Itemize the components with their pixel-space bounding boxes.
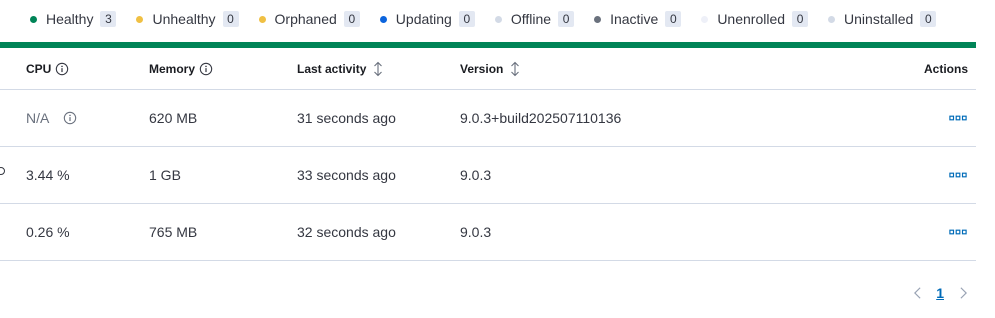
last-activity-cell: 31 seconds ago (297, 110, 396, 126)
last-activity-cell: 32 seconds ago (297, 224, 396, 240)
sort-icon[interactable] (372, 61, 384, 77)
status-dot-icon (828, 15, 836, 23)
column-header-label: Memory (149, 62, 196, 76)
status-count-badge: 0 (458, 11, 475, 27)
status-count-badge: 3 (100, 11, 117, 27)
more-actions-icon[interactable] (948, 167, 968, 183)
status-unenrolled: Unenrolled 0 (701, 11, 809, 27)
more-actions-icon[interactable] (948, 110, 968, 126)
info-icon[interactable] (63, 111, 77, 125)
table-row: 3.44 % 1 GB 33 seconds ago 9.0.3 (0, 147, 976, 204)
column-header-label: Actions (923, 62, 968, 76)
status-label: Inactive (610, 11, 659, 27)
status-dot-icon (494, 15, 502, 23)
status-count-badge: 0 (920, 11, 937, 27)
column-header-cpu: CPU (26, 48, 69, 90)
status-count-badge: 0 (222, 11, 239, 27)
status-unhealthy: Unhealthy 0 (136, 11, 239, 27)
column-header-memory: Memory (149, 48, 213, 90)
memory-cell: 620 MB (149, 110, 198, 126)
row-actions-cell (948, 204, 968, 260)
status-label: Offline (510, 11, 552, 27)
more-actions-icon[interactable] (948, 224, 968, 240)
column-header-version[interactable]: Version (460, 48, 521, 90)
status-inactive: Inactive 0 (594, 11, 682, 27)
version-cell: 9.0.3 (460, 167, 492, 183)
last-activity-cell: 33 seconds ago (297, 167, 396, 183)
status-count-badge: 0 (343, 11, 360, 27)
cpu-cell: 0.26 % (26, 224, 70, 240)
status-label: Orphaned (274, 11, 337, 27)
memory-cell: 765 MB (149, 224, 198, 240)
status-label: Updating (395, 11, 452, 27)
status-uninstalled: Uninstalled 0 (828, 11, 937, 27)
table-header: CPU Memory Last activity Version Actions (0, 48, 976, 90)
column-header-label: CPU (26, 62, 52, 76)
status-dot-icon (136, 15, 144, 23)
chevron-right-icon[interactable] (955, 282, 971, 304)
status-updating: Updating 0 (379, 11, 475, 27)
status-dot-icon (258, 15, 266, 23)
info-icon[interactable] (55, 62, 69, 76)
cpu-value: N/A (26, 110, 50, 126)
table-row: N/A 620 MB 31 seconds ago 9.0.3+build202… (0, 90, 976, 147)
version-cell: 9.0.3+build202507110136 (460, 110, 622, 126)
status-count-badge: 0 (665, 11, 682, 27)
column-header-label: Last activity (297, 62, 367, 76)
row-actions-cell (948, 90, 968, 146)
status-dot-icon (30, 15, 37, 23)
cpu-cell: N/A (26, 90, 77, 146)
row-actions-cell (948, 147, 968, 203)
status-count-badge: 0 (558, 11, 575, 27)
status-count-badge: 0 (792, 11, 809, 27)
info-icon[interactable] (199, 62, 213, 76)
status-healthy: Healthy 3 (30, 11, 117, 27)
status-label: Healthy (46, 11, 94, 27)
agents-table: CPU Memory Last activity Version Actions (0, 48, 976, 261)
sort-icon[interactable] (509, 61, 521, 77)
status-orphaned: Orphaned 0 (258, 11, 360, 27)
status-dot-icon (701, 15, 709, 23)
row-select-edge[interactable] (0, 167, 5, 175)
status-offline: Offline 0 (494, 11, 575, 27)
column-header-last-activity[interactable]: Last activity (297, 48, 384, 90)
column-header-actions: Actions (924, 48, 968, 90)
cpu-cell: 3.44 % (26, 167, 70, 183)
version-cell: 9.0.3 (460, 224, 492, 240)
status-dot-icon (594, 15, 602, 23)
agent-status-summary: Healthy 3 Unhealthy 0 Orphaned 0 Updatin… (0, 0, 995, 38)
status-label: Uninstalled (844, 11, 914, 27)
status-dot-icon (379, 15, 387, 23)
page-number-current[interactable]: 1 (936, 285, 944, 301)
status-label: Unhealthy (152, 11, 216, 27)
status-label: Unenrolled (717, 11, 786, 27)
table-row: 0.26 % 765 MB 32 seconds ago 9.0.3 (0, 204, 976, 261)
column-header-label: Version (460, 62, 504, 76)
memory-cell: 1 GB (149, 167, 181, 183)
chevron-left-icon[interactable] (909, 282, 925, 304)
pagination: 1 (909, 282, 971, 304)
